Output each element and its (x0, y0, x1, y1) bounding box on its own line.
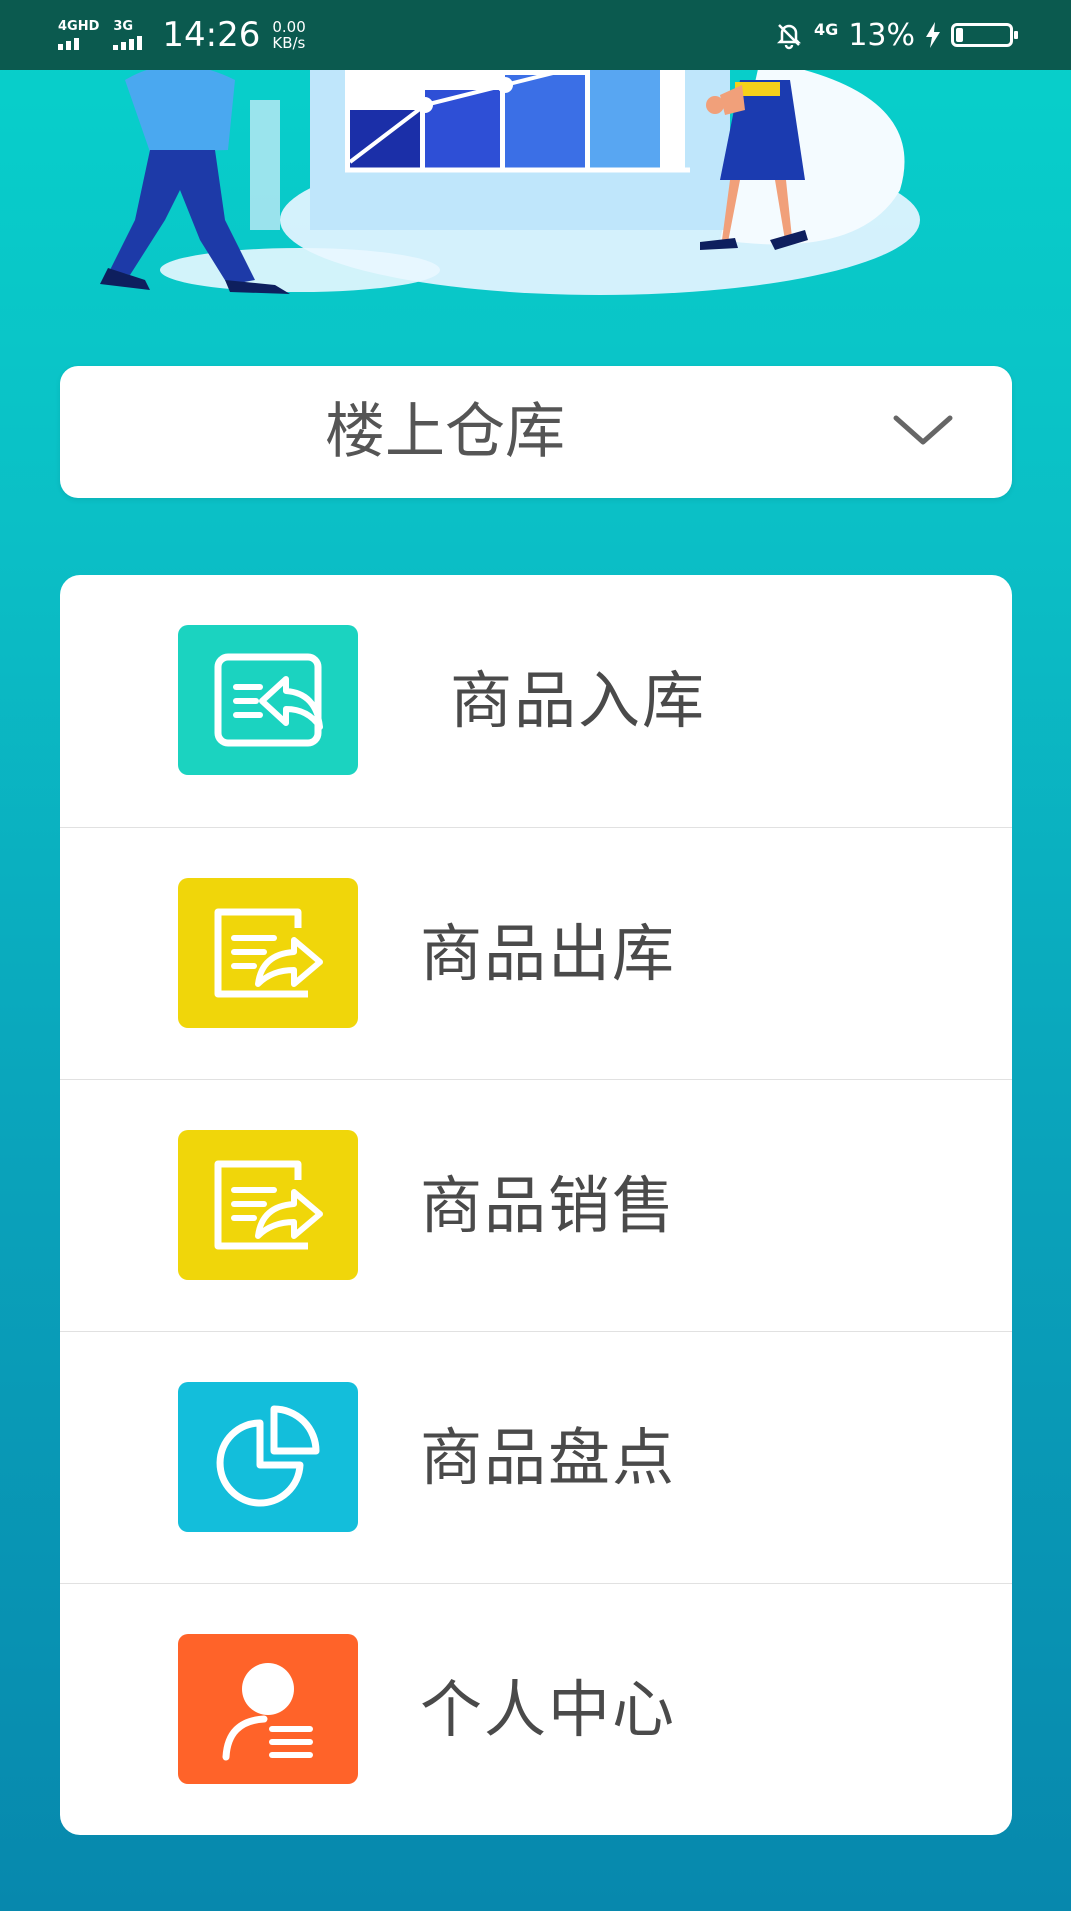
charging-icon (926, 22, 940, 48)
menu-item-outbound[interactable]: 商品出库 (60, 827, 1012, 1080)
network-speed: 0.00 KB/s (272, 19, 305, 51)
menu-item-profile[interactable]: 个人中心 (60, 1583, 1012, 1835)
user-profile-icon (178, 1634, 358, 1784)
speed-unit: KB/s (272, 34, 306, 52)
menu-item-sales[interactable]: 商品销售 (60, 1079, 1012, 1332)
sales-document-icon (178, 1130, 358, 1280)
menu-item-stocktake[interactable]: 商品盘点 (60, 1331, 1012, 1584)
pie-chart-icon (178, 1382, 358, 1532)
menu-item-label: 商品销售 (420, 1169, 677, 1242)
status-bar: 4GHD 3G 14:26 0.00 KB/s 4G 13% (0, 0, 1071, 70)
menu-item-inbound[interactable]: 商品入库 (60, 575, 1012, 827)
sim2-network-label: 3G (113, 19, 134, 34)
mute-notification-icon (777, 24, 802, 50)
menu-item-label: 商品入库 (450, 664, 707, 737)
sim1-network-label: 4GHD (58, 19, 100, 34)
inbound-document-icon (178, 625, 358, 775)
network-type-label: 4G (814, 19, 839, 39)
menu-item-label: 商品出库 (420, 917, 677, 990)
menu-item-label: 商品盘点 (420, 1421, 677, 1494)
menu-item-label: 个人中心 (420, 1673, 677, 1746)
warehouse-selector[interactable]: 楼上仓库 (60, 366, 1012, 498)
battery-percent: 13% (848, 17, 915, 53)
signal-bars-icon (58, 36, 79, 50)
sim2-signal: 3G (113, 19, 143, 50)
clock: 14:26 (162, 15, 261, 55)
outbound-document-icon (178, 878, 358, 1028)
sim1-signal: 4GHD (58, 20, 99, 50)
chevron-down-icon (893, 415, 953, 445)
speed-value: 0.00 (272, 18, 306, 36)
selected-warehouse-label: 楼上仓库 (325, 397, 565, 467)
signal-bars-icon (113, 36, 143, 50)
function-menu: 商品入库 商品出库 商品销售 商品盘点 个人中心 (60, 575, 1012, 1835)
hero-illustration (0, 70, 1071, 300)
battery-icon (951, 23, 1018, 47)
